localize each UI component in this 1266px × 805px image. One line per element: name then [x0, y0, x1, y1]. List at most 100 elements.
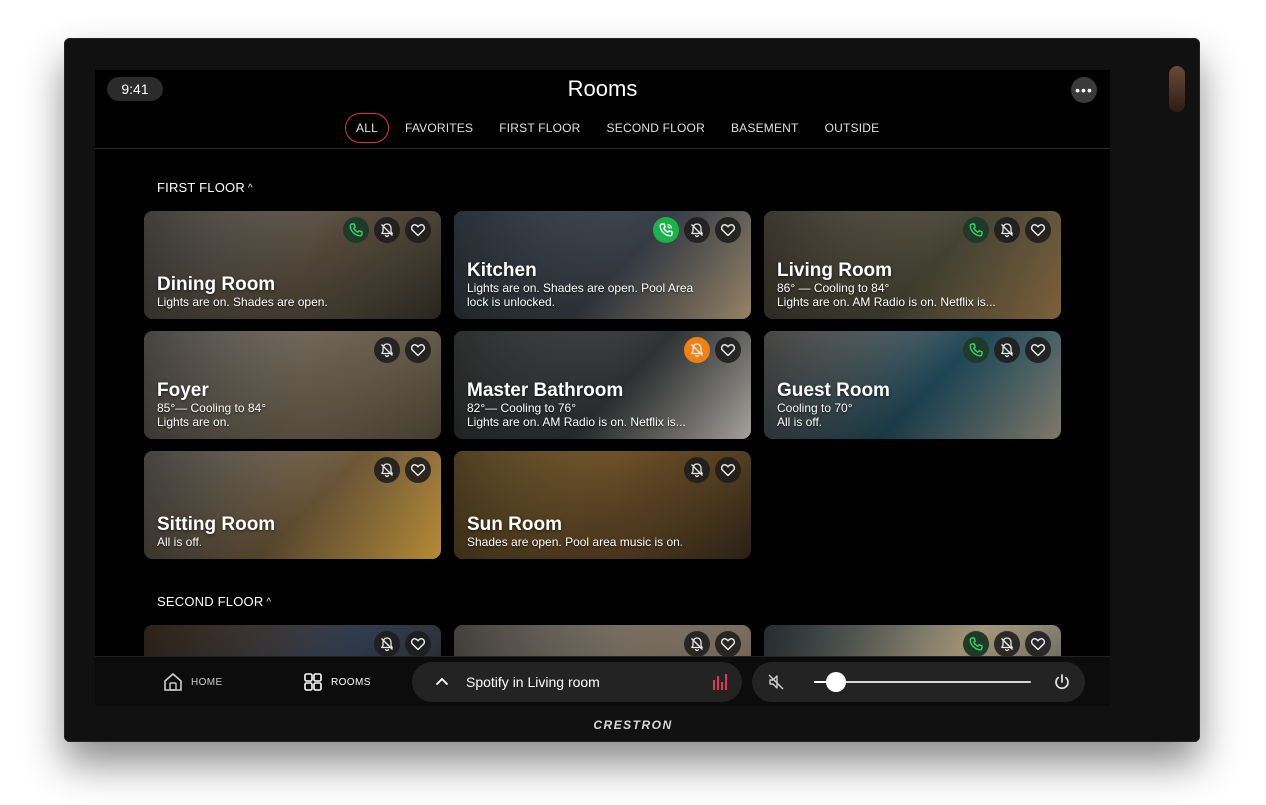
intercom-icon[interactable]: [963, 217, 989, 243]
room-actions: [374, 337, 431, 363]
equalizer-icon: [713, 674, 727, 690]
intercom-icon[interactable]: [343, 217, 369, 243]
intercom-active-icon[interactable]: [653, 217, 679, 243]
nav-home[interactable]: HOME: [163, 657, 223, 706]
now-playing-label: Spotify in Living room: [466, 674, 600, 690]
room-status: 85°— Cooling to 84°: [157, 401, 266, 415]
intercom-icon[interactable]: [963, 337, 989, 363]
room-status: Lights are on. Shades are open.: [157, 295, 328, 309]
favorite-heart-icon[interactable]: [1025, 217, 1051, 243]
rooms-grid-icon: [304, 673, 322, 691]
room-card[interactable]: Guest Room Cooling to 70° All is off.: [764, 331, 1061, 439]
volume-slider[interactable]: [814, 672, 1031, 692]
room-status: Lights are on. Shades are open. Pool Are…: [467, 281, 694, 295]
now-playing-bar[interactable]: Spotify in Living room: [412, 662, 742, 702]
volume-bar: [752, 662, 1085, 702]
room-card[interactable]: Foyer 85°— Cooling to 84° Lights are on.: [144, 331, 441, 439]
favorite-heart-icon[interactable]: [715, 631, 741, 657]
room-info: Living Room 86° — Cooling to 84° Lights ar…: [777, 260, 1053, 309]
room-info: Dining Room Lights are on. Shades are ope…: [157, 274, 433, 309]
more-button[interactable]: •••: [1071, 77, 1097, 103]
header-divider: [95, 148, 1110, 149]
room-status: All is off.: [157, 535, 203, 549]
room-status: lock is unlocked.: [467, 295, 556, 309]
tab-all[interactable]: ALL: [345, 113, 389, 143]
room-status: 82°— Cooling to 76°: [467, 401, 576, 415]
favorite-heart-icon[interactable]: [405, 337, 431, 363]
room-status: 86° — Cooling to 84°: [777, 281, 890, 295]
mute-icon[interactable]: [767, 673, 785, 691]
room-card[interactable]: Living Room 86° — Cooling to 84° Lights ar…: [764, 211, 1061, 319]
bell-off-icon[interactable]: [994, 217, 1020, 243]
room-card[interactable]: Sun Room Shades are open. Pool area music…: [454, 451, 751, 559]
room-name: Living Room: [777, 260, 893, 281]
section-title-label: SECOND FLOOR: [157, 594, 264, 609]
bell-off-icon[interactable]: [994, 631, 1020, 657]
favorite-heart-icon[interactable]: [1025, 631, 1051, 657]
room-actions: [963, 631, 1051, 657]
tab-first-floor[interactable]: FIRST FLOOR: [486, 113, 593, 143]
room-card[interactable]: Kitchen Lights are on. Shades are open. P…: [454, 211, 751, 319]
favorite-heart-icon[interactable]: [715, 217, 741, 243]
room-status: Lights are on. AM Radio is on. Netflix i…: [467, 415, 686, 429]
room-actions: [963, 217, 1051, 243]
room-card[interactable]: Sitting Room All is off.: [144, 451, 441, 559]
nav-home-label: HOME: [191, 676, 223, 688]
chevron-up-icon: ^: [247, 183, 253, 194]
nav-rooms[interactable]: ROOMS: [303, 657, 371, 706]
room-status: Cooling to 70°: [777, 401, 853, 415]
tab-favorites[interactable]: FAVORITES: [392, 113, 486, 143]
section-title[interactable]: SECOND FLOOR ^: [157, 594, 271, 609]
page-title: Rooms: [567, 76, 638, 101]
room-info: Guest Room Cooling to 70° All is off.: [777, 380, 1053, 429]
favorite-heart-icon[interactable]: [405, 457, 431, 483]
power-icon[interactable]: [1053, 673, 1071, 691]
room-status: All is off.: [777, 415, 823, 429]
bell-off-icon[interactable]: [684, 631, 710, 657]
room-name: Kitchen: [467, 260, 537, 281]
bell-off-icon[interactable]: [374, 337, 400, 363]
tab-basement[interactable]: BASEMENT: [718, 113, 812, 143]
intercom-icon[interactable]: [963, 631, 989, 657]
brand-logo: CRESTRON: [593, 718, 673, 732]
hardware-button[interactable]: [1169, 66, 1185, 112]
room-actions: [343, 217, 431, 243]
room-actions: [374, 457, 431, 483]
favorite-heart-icon[interactable]: [405, 631, 431, 657]
favorite-heart-icon[interactable]: [715, 337, 741, 363]
room-actions: [374, 631, 431, 657]
section-title[interactable]: FIRST FLOOR ^: [157, 180, 253, 195]
bell-off-icon[interactable]: [684, 217, 710, 243]
alarm-bell-icon[interactable]: [684, 337, 710, 363]
room-info: Master Bathroom 82°— Cooling to 76° Lights…: [467, 380, 743, 429]
bell-off-icon[interactable]: [374, 457, 400, 483]
room-name: Foyer: [157, 380, 209, 401]
bell-off-icon[interactable]: [994, 337, 1020, 363]
more-icon: •••: [1075, 82, 1093, 98]
favorite-heart-icon[interactable]: [405, 217, 431, 243]
room-status: Lights are on. AM Radio is on. Netflix i…: [777, 295, 996, 309]
room-actions: [963, 337, 1051, 363]
tab-outside[interactable]: OUTSIDE: [812, 113, 893, 143]
room-actions: [653, 217, 741, 243]
chevron-up-icon[interactable]: [434, 674, 450, 690]
home-icon: [164, 672, 182, 691]
room-card[interactable]: Dining Room Lights are on. Shades are ope…: [144, 211, 441, 319]
room-status: Lights are on.: [157, 415, 230, 429]
room-info: Sitting Room All is off.: [157, 514, 433, 549]
bell-off-icon[interactable]: [374, 631, 400, 657]
room-name: Guest Room: [777, 380, 890, 401]
tab-second-floor[interactable]: SECOND FLOOR: [594, 113, 718, 143]
room-name: Sun Room: [467, 514, 562, 535]
volume-knob[interactable]: [825, 672, 846, 692]
favorite-heart-icon[interactable]: [1025, 337, 1051, 363]
bell-off-icon[interactable]: [684, 457, 710, 483]
room-card[interactable]: Master Bathroom 82°— Cooling to 76° Lights…: [454, 331, 751, 439]
nav-rooms-label: ROOMS: [331, 676, 371, 688]
room-name: Sitting Room: [157, 514, 276, 535]
chevron-up-icon: ^: [266, 597, 272, 608]
room-name: Dining Room: [157, 274, 276, 295]
favorite-heart-icon[interactable]: [715, 457, 741, 483]
room-actions: [684, 457, 741, 483]
bell-off-icon[interactable]: [374, 217, 400, 243]
